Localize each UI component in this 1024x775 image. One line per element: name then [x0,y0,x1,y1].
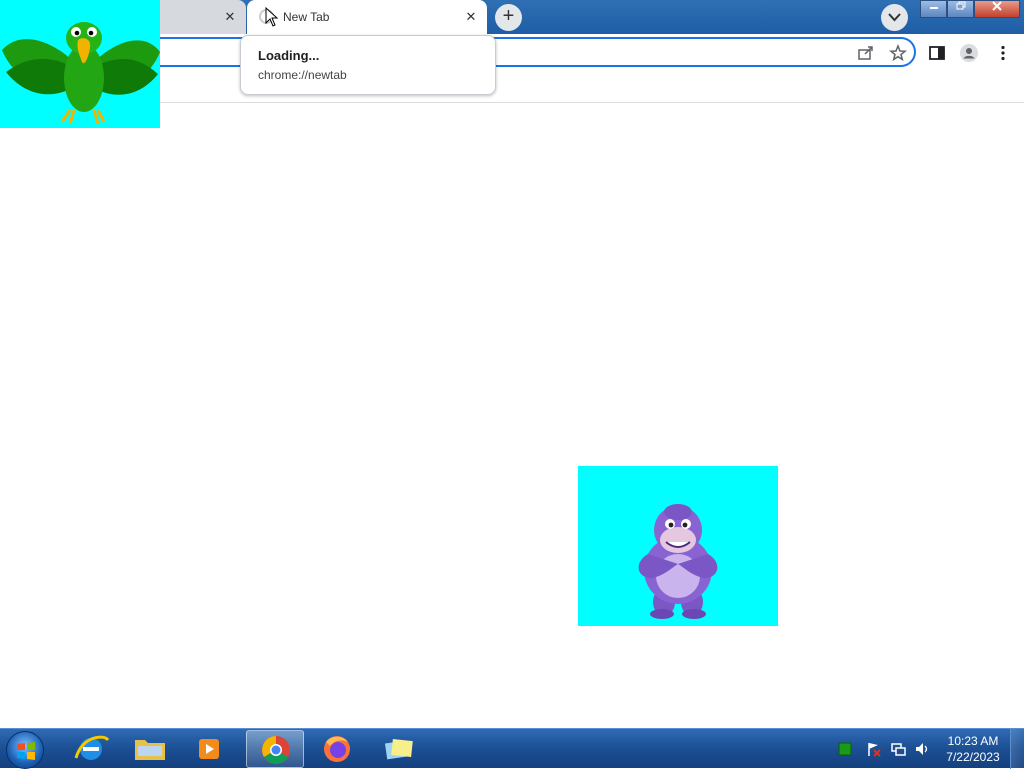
restore-icon [956,1,965,10]
volume-icon[interactable] [914,741,930,757]
share-icon[interactable] [857,44,875,62]
sticky-notes-icon [384,738,413,760]
taskbar-internet-explorer[interactable] [62,730,120,768]
taskbar-firefox[interactable] [308,730,366,768]
clock-date: 7/22/2023 [946,750,1000,764]
tab-search-button[interactable] [881,4,908,31]
tab-inactive[interactable]: ✕ [160,0,246,34]
show-desktop-button[interactable] [1010,729,1024,769]
purple-gorilla-character [578,466,778,626]
bookmark-star-icon[interactable] [889,44,907,62]
chevron-down-icon [888,13,901,22]
profile-icon[interactable] [960,44,978,62]
taskbar-sticky-notes[interactable] [370,730,428,768]
firefox-icon [324,736,350,762]
media-player-icon [199,739,219,759]
side-panel-icon[interactable] [928,44,946,62]
tab-title: New Tab [283,10,330,24]
tab-active[interactable]: New Tab ✕ [247,0,487,34]
restore-button[interactable] [947,0,974,18]
tab-hover-card: Loading... chrome://newtab [240,35,496,95]
tab-close-button[interactable]: ✕ [222,9,238,25]
close-icon [992,1,1002,11]
parrot-icon [2,22,160,125]
close-button[interactable] [974,0,1020,18]
taskbar-google-chrome[interactable] [246,730,304,768]
new-tab-button[interactable]: + [495,4,522,31]
internet-explorer-icon [74,735,110,760]
minimize-button[interactable] [920,0,947,18]
start-button[interactable] [6,731,44,769]
folder-icon [135,740,165,760]
taskbar: 10:23 AM 7/22/2023 [0,728,1024,769]
window-controls [920,0,1020,20]
taskbar-media-player[interactable] [180,730,238,768]
taskbar-clock[interactable]: 10:23 AM 7/22/2023 [940,733,1006,765]
tab-close-button[interactable]: ✕ [463,9,479,25]
taskbar-windows-explorer[interactable] [121,730,179,768]
action-center-flag-icon[interactable] [866,741,882,757]
green-status-icon[interactable] [838,742,852,756]
minimize-icon [929,7,938,9]
clock-time: 10:23 AM [947,734,999,748]
windows-logo-icon [17,742,35,760]
menu-icon[interactable] [994,44,1012,62]
hover-card-url: chrome://newtab [258,68,347,82]
chrome-icon [262,736,290,764]
parrot-character [0,0,160,128]
gorilla-icon [638,504,718,619]
hover-card-title: Loading... [258,48,320,63]
mouse-cursor-icon [265,7,279,27]
network-icon[interactable] [890,741,906,757]
